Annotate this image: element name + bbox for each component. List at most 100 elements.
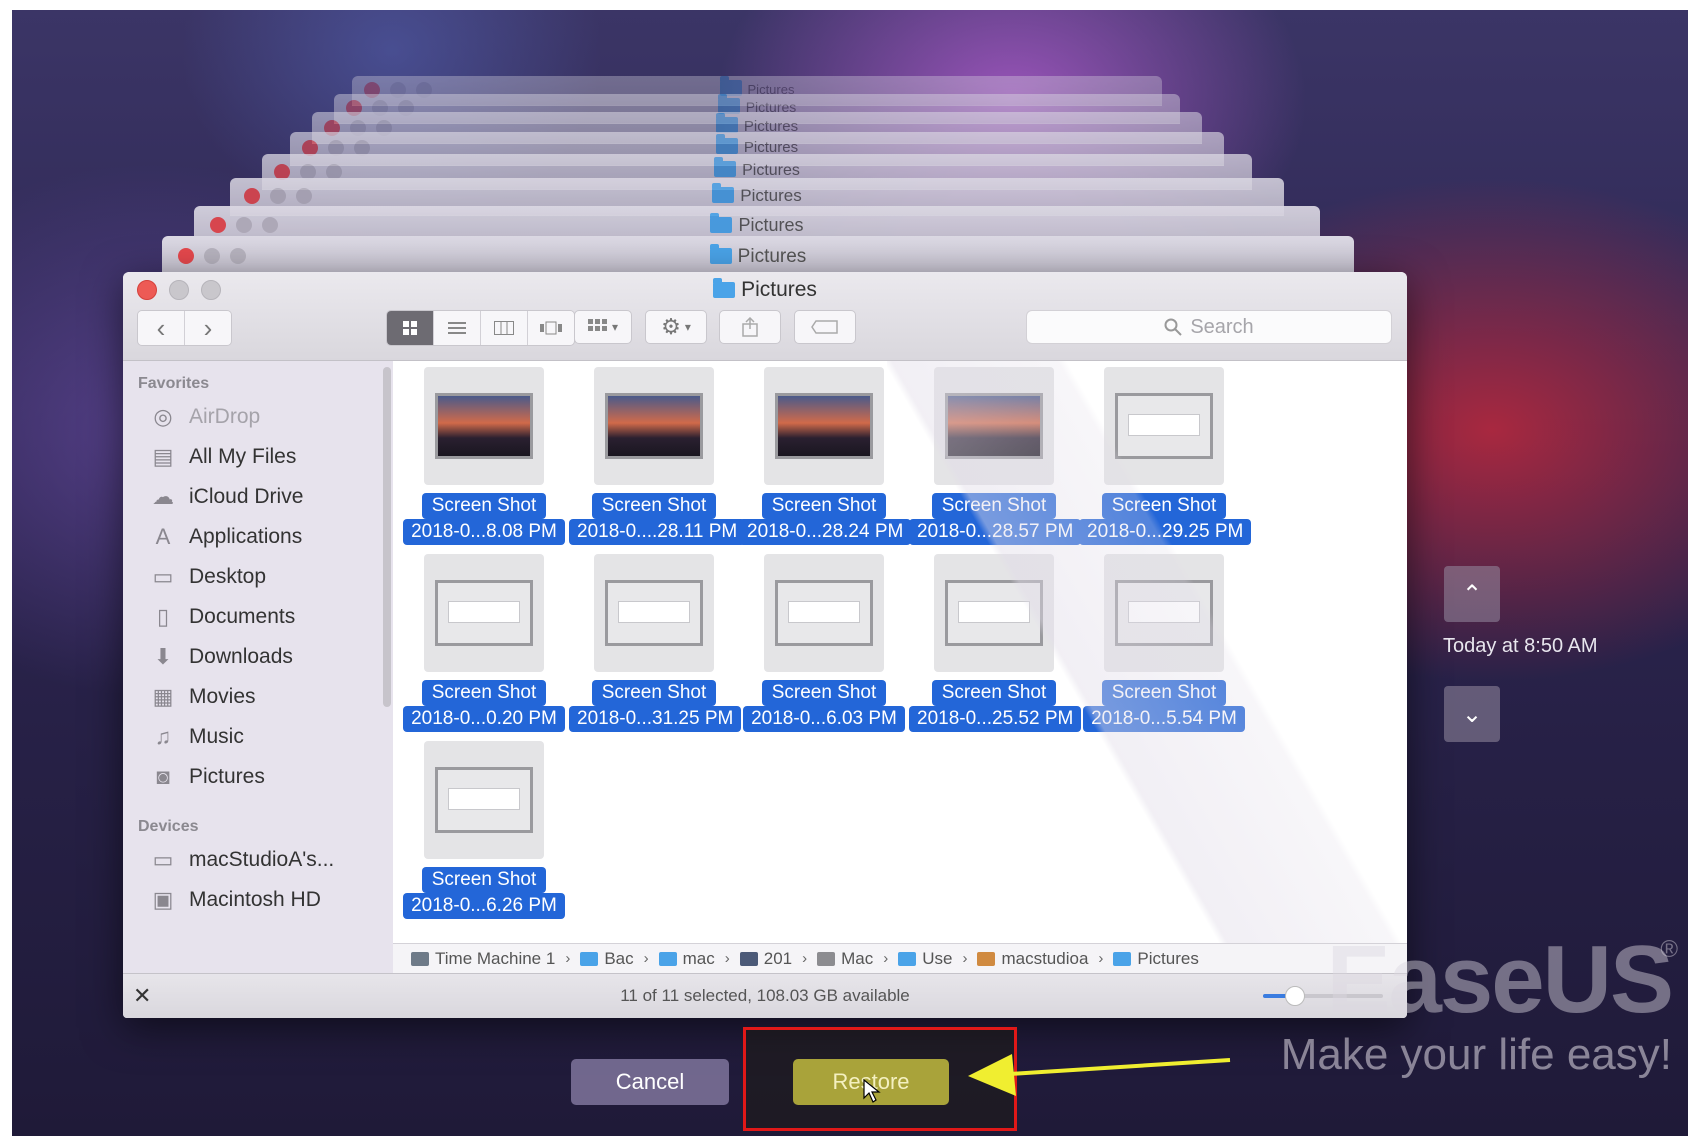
screenshot-preview	[945, 393, 1043, 459]
computer-icon	[739, 951, 758, 966]
watermark-tagline: Make your life easy!	[1280, 1030, 1672, 1079]
icon-view-button[interactable]	[387, 311, 434, 345]
path-item-label: Pictures	[1137, 948, 1199, 968]
action-button[interactable]: ⚙ ▾	[645, 310, 707, 344]
file-name: Screen Shot	[421, 867, 547, 893]
folder-icon	[658, 951, 677, 966]
disk-icon	[817, 951, 836, 966]
path-separator-icon: ›	[1098, 950, 1104, 967]
search-icon	[1164, 318, 1183, 336]
sidebar-item-movies[interactable]: ▦ Movies	[149, 677, 256, 717]
share-icon	[742, 317, 758, 337]
path-item[interactable]: Bac	[580, 949, 634, 969]
sidebar-item-label: Movies	[189, 685, 256, 708]
cancel-button[interactable]: Cancel	[571, 1059, 729, 1105]
screenshot-preview	[775, 393, 873, 459]
sidebar-item-downloads[interactable]: ⬇ Downloads	[149, 637, 293, 677]
path-item[interactable]: Time Machine 1	[411, 949, 555, 969]
file-thumbnail	[424, 741, 544, 859]
file-item[interactable]: Screen Shot 2018-0...31.25 PM	[569, 554, 742, 734]
folder-icon	[580, 951, 599, 966]
file-item[interactable]: Screen Shot 2018-0...0.20 PM	[399, 554, 569, 734]
file-date: 2018-0...6.26 PM	[403, 893, 565, 919]
sidebar-item-documents[interactable]: ▯ Documents	[149, 597, 295, 637]
path-item-label: Time Machine 1	[435, 948, 556, 968]
file-date: 2018-0....28.11 PM	[569, 519, 746, 545]
screenshot-preview	[1115, 393, 1213, 459]
window-title: Pictures	[123, 278, 1407, 302]
screenshot-preview	[435, 580, 533, 646]
cover-flow-button[interactable]	[528, 311, 574, 345]
file-item[interactable]: Screen Shot 2018-0...28.57 PM	[909, 367, 1082, 547]
sidebar-item-icloud-drive[interactable]: ☁ iCloud Drive	[149, 477, 303, 517]
sidebar-item-label: Applications	[189, 525, 303, 548]
sidebar-item-applications[interactable]: A Applications	[149, 517, 303, 557]
file-item[interactable]: Screen Shot 2018-0...29.25 PM	[1079, 367, 1252, 547]
folder-icon	[712, 183, 735, 203]
file-name: Screen Shot	[421, 680, 547, 706]
history-window-title: Pictures	[742, 162, 800, 179]
sidebar-item-airdrop[interactable]: ◎ AirDrop	[149, 397, 260, 437]
share-button[interactable]	[719, 310, 781, 344]
path-item[interactable]: 201	[739, 948, 793, 969]
file-date: 2018-0...28.57 PM	[909, 519, 1082, 545]
arrange-button[interactable]: ▾	[574, 310, 632, 344]
path-item[interactable]: macstudioa	[977, 949, 1088, 969]
path-separator-icon: ›	[883, 950, 889, 967]
previous-snapshot-button[interactable]: ⌃	[1444, 566, 1500, 622]
list-view-button[interactable]	[434, 311, 481, 345]
file-thumbnail	[424, 554, 544, 672]
folder-icon	[709, 244, 732, 264]
chevron-right-icon: ›	[203, 312, 213, 343]
path-item-label: Mac	[841, 948, 874, 968]
sidebar-item-label: Macintosh HD	[189, 888, 321, 911]
sidebar-item-macstudio[interactable]: ▭ macStudioA's...	[149, 840, 335, 880]
sidebar-item-label: Music	[189, 725, 244, 748]
file-item[interactable]: Screen Shot 2018-0...8.08 PM	[399, 367, 569, 547]
columns-icon	[494, 321, 514, 335]
chevron-down-icon: ⌄	[1461, 700, 1483, 728]
file-date: 2018-0...5.54 PM	[1083, 706, 1245, 732]
file-item[interactable]: Screen Shot 2018-0....28.11 PM	[569, 367, 746, 547]
file-item[interactable]: Screen Shot 2018-0...6.26 PM	[399, 741, 569, 921]
path-bar: Time Machine 1 › Bac › mac › 201 › Mac › Use ›…	[393, 943, 1407, 973]
back-button[interactable]: ‹	[138, 311, 185, 345]
file-thumbnail	[594, 554, 714, 672]
tag-button[interactable]	[794, 310, 856, 344]
file-name: Screen Shot	[931, 493, 1057, 519]
screenshot-preview	[775, 580, 873, 646]
arrange-grid-icon	[587, 319, 607, 331]
sidebar-item-label: Documents	[189, 605, 296, 628]
sidebar-item-music[interactable]: ♫ Music	[149, 717, 244, 757]
file-date: 2018-0...8.08 PM	[403, 519, 565, 545]
sidebar-section-favorites: Favorites	[138, 375, 210, 392]
screenshot-preview	[945, 580, 1043, 646]
laptop-icon: ▭	[152, 847, 174, 872]
path-item-label: 201	[763, 948, 793, 968]
file-item[interactable]: Screen Shot 2018-0...6.03 PM	[739, 554, 909, 734]
search-field[interactable]: Search	[1026, 310, 1392, 344]
file-thumbnail	[764, 554, 884, 672]
forward-button[interactable]: ›	[185, 311, 231, 345]
file-item[interactable]: Screen Shot 2018-0...25.52 PM	[909, 554, 1082, 734]
sidebar-scrollbar[interactable]	[383, 367, 391, 707]
path-item[interactable]: Use	[898, 949, 952, 969]
sidebar-item-macintosh-hd[interactable]: ▣ Macintosh HD	[149, 880, 321, 920]
time-machine-background: Pictures Pictures Pictures Pictures Pict…	[12, 10, 1688, 1136]
sidebar-item-pictures[interactable]: ◙ Pictures	[149, 757, 265, 797]
chevron-down-icon: ▾	[611, 320, 619, 334]
file-item[interactable]: Screen Shot 2018-0...28.24 PM	[739, 367, 912, 547]
next-snapshot-button[interactable]: ⌄	[1444, 686, 1500, 742]
column-view-button[interactable]	[481, 311, 528, 345]
grid-icon	[403, 321, 417, 335]
folder-icon	[714, 157, 737, 177]
file-date: 2018-0...28.24 PM	[739, 519, 912, 545]
sidebar-item-all-my-files[interactable]: ▤ All My Files	[149, 437, 297, 477]
file-thumbnail	[1104, 367, 1224, 485]
path-item[interactable]: Pictures	[1113, 948, 1199, 969]
sidebar-item-desktop[interactable]: ▭ Desktop	[149, 557, 266, 597]
folder-icon	[713, 278, 736, 298]
path-item[interactable]: Mac	[817, 949, 873, 969]
file-item[interactable]: Screen Shot 2018-0...5.54 PM	[1079, 554, 1249, 734]
path-item[interactable]: mac	[658, 949, 715, 969]
